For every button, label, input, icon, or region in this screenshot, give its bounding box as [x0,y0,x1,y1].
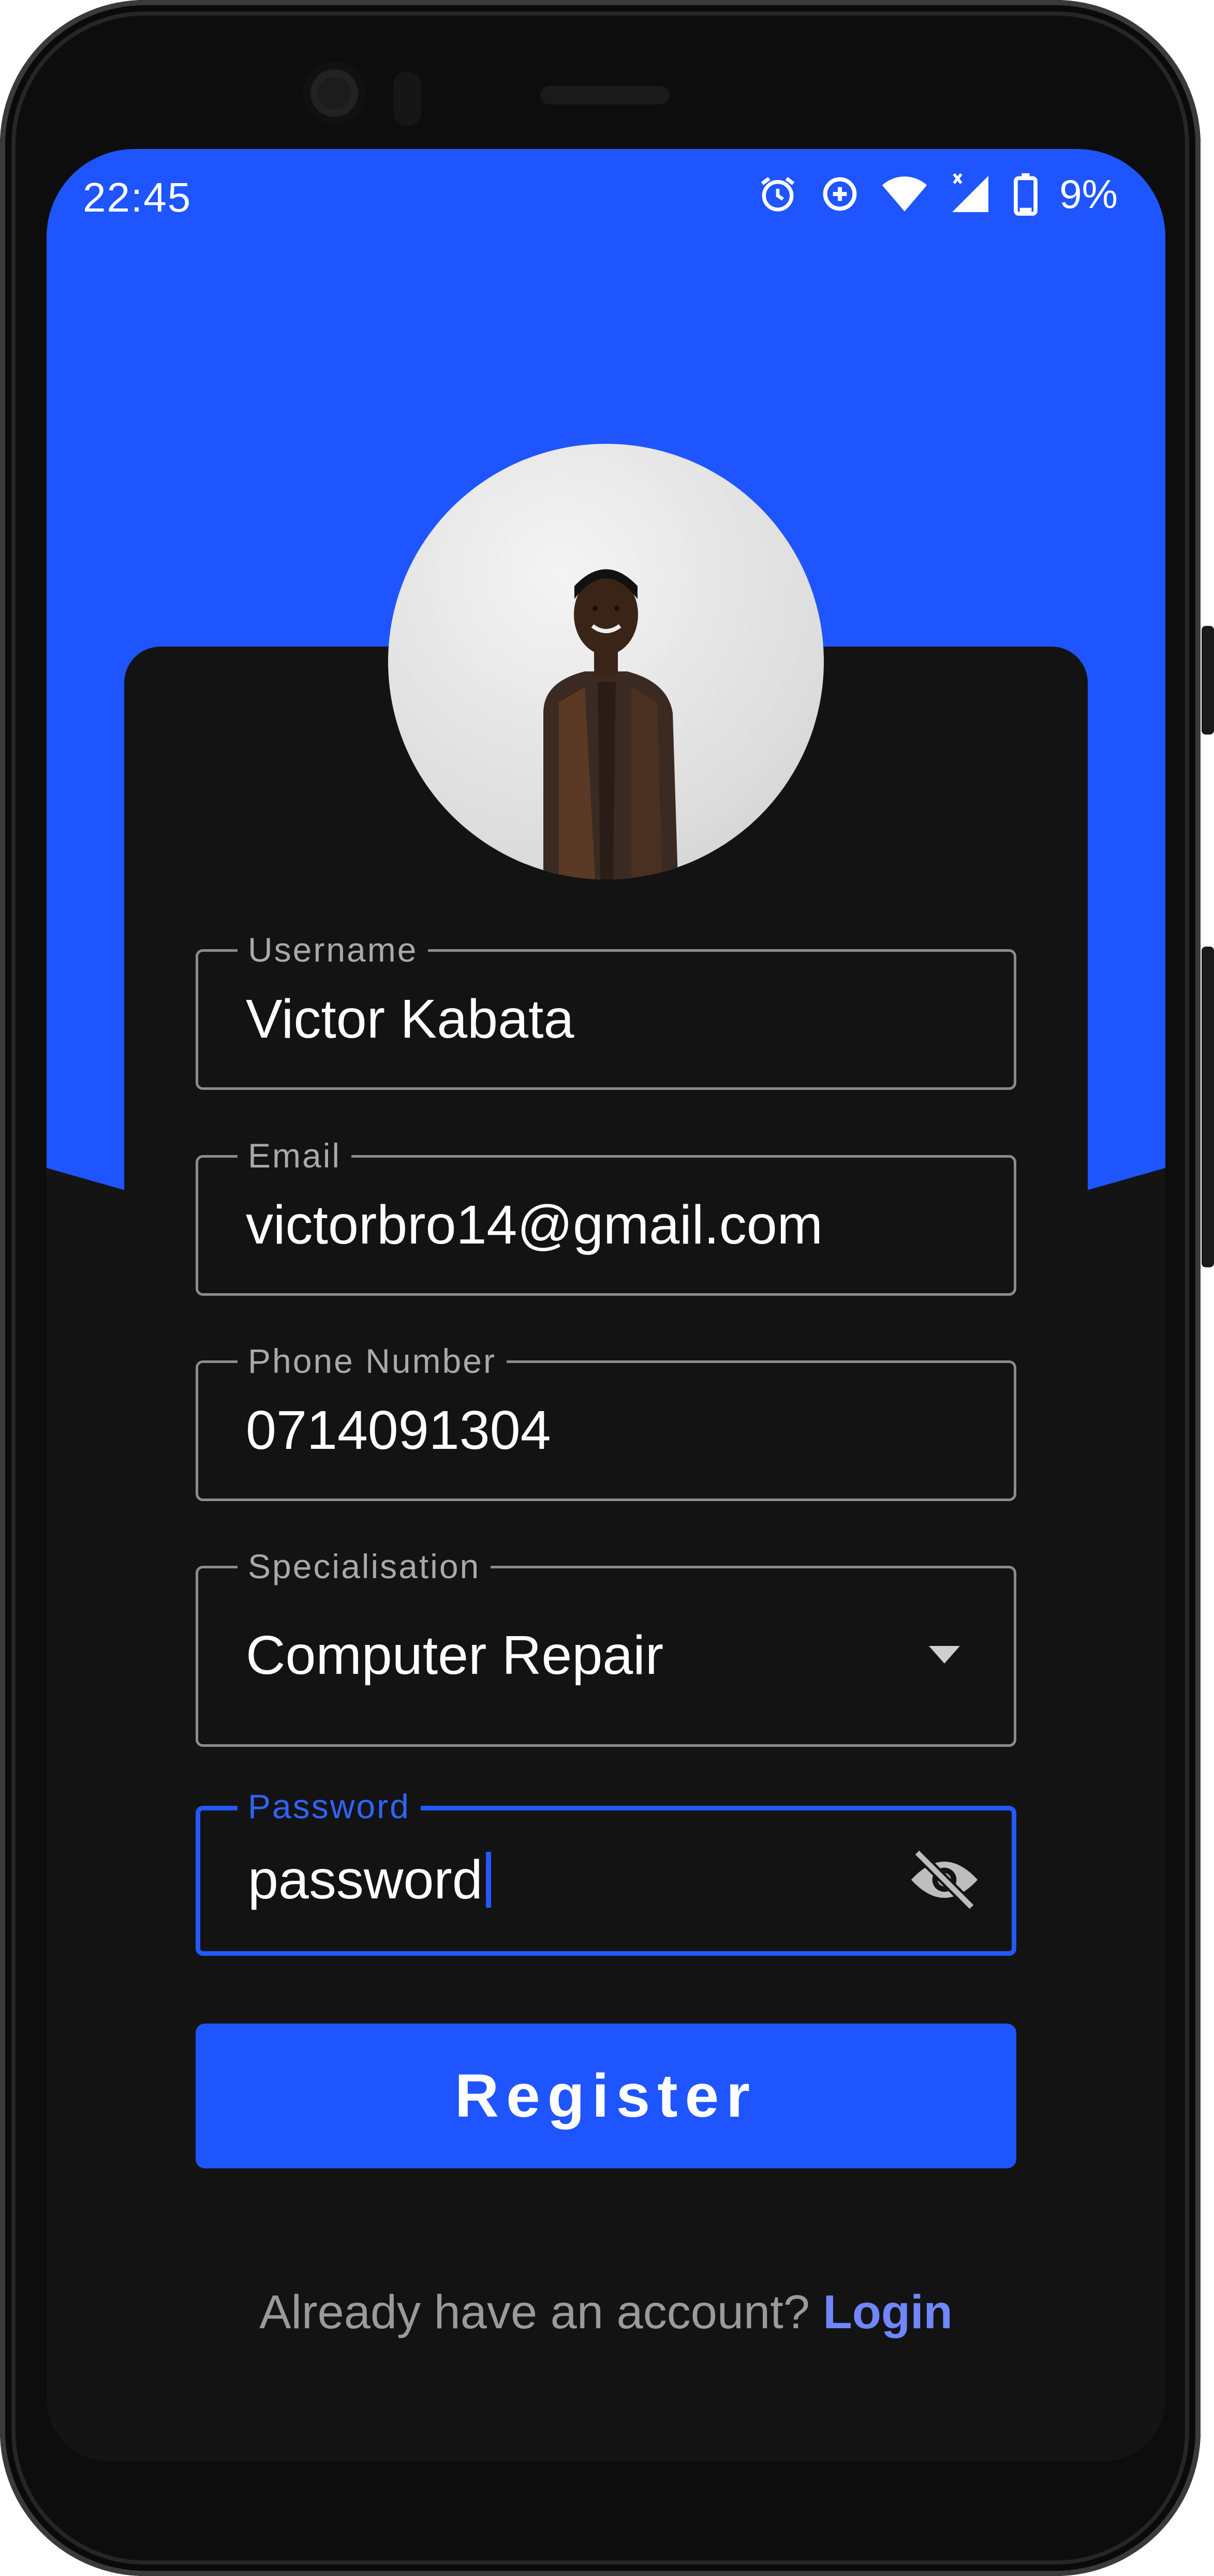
username-label: Username [238,930,428,969]
phone-value: 0714091304 [246,1400,551,1461]
email-field[interactable]: Email victorbro14@gmail.com [196,1136,1016,1296]
specialisation-value: Computer Repair [246,1625,664,1686]
dropdown-arrow-icon[interactable] [929,1646,960,1664]
register-button[interactable]: Register [196,2024,1016,2168]
status-bar: 22:45 9% [47,149,1165,237]
wifi-icon [882,176,927,212]
email-label: Email [238,1136,352,1175]
status-icons: 9% [757,171,1118,217]
phone-frame: 22:45 9% Username Victor Kabata Email vi… [0,0,1201,2576]
status-time: 22:45 [83,174,192,220]
battery-percent: 9% [1059,171,1118,217]
alarm-icon [761,177,795,212]
battery-icon [1014,173,1038,216]
password-label: Password [238,1787,421,1826]
login-prompt-text: Already have an account? [259,2286,810,2339]
login-link[interactable]: Login [823,2286,953,2339]
text-caret [485,1852,491,1908]
earpiece-speaker [540,86,670,104]
password-value: password [248,1849,491,1911]
password-field[interactable]: Password password [196,1787,1016,1956]
phone-field[interactable]: Phone Number 0714091304 [196,1341,1016,1501]
avatar-photo [543,569,678,879]
avatar[interactable] [388,444,824,879]
password-text: password [248,1849,483,1910]
front-camera [303,62,365,124]
specialisation-select[interactable]: Specialisation Computer Repair [196,1547,1016,1747]
signal-icon [952,173,989,212]
login-prompt: Already have an account? Login [47,2285,1165,2340]
username-field[interactable]: Username Victor Kabata [196,930,1016,1090]
phone-label: Phone Number [238,1341,507,1381]
data-saver-icon [823,177,857,211]
power-button [1202,947,1214,1267]
email-value: victorbro14@gmail.com [246,1194,823,1255]
screen: 22:45 9% Username Victor Kabata Email vi… [47,149,1165,2461]
visibility-off-icon[interactable] [908,1849,981,1911]
username-value: Victor Kabata [246,989,574,1050]
volume-button [1202,626,1214,735]
proximity-sensor [393,71,421,126]
specialisation-label: Specialisation [238,1547,491,1586]
